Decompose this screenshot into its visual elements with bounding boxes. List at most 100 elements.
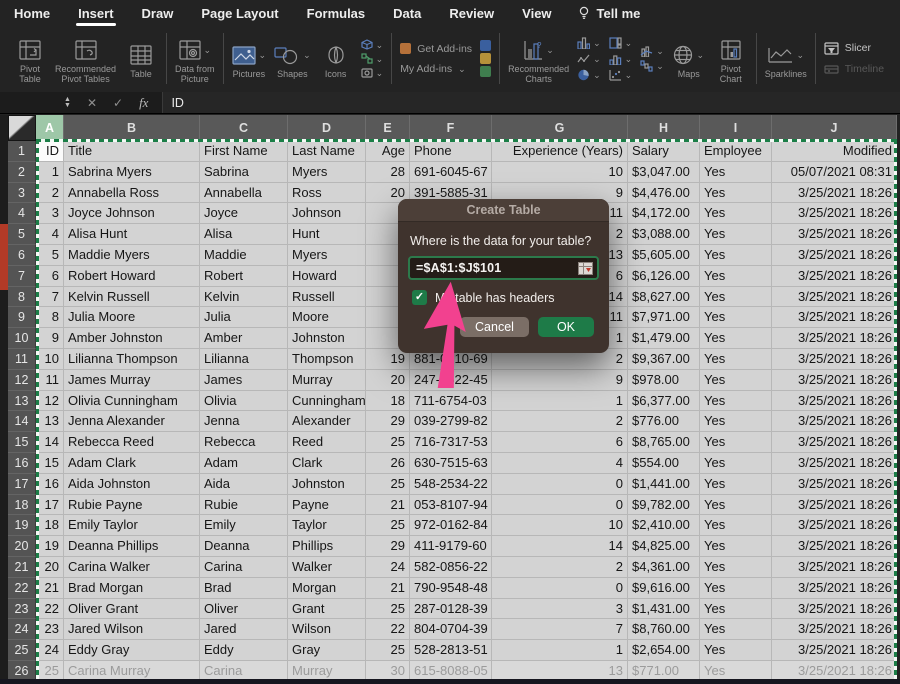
cell[interactable]: $9,782.00 — [628, 495, 700, 516]
cell[interactable]: Emily — [200, 515, 288, 536]
cell[interactable]: 25 — [366, 640, 410, 661]
row-header-7[interactable]: 7 — [8, 266, 36, 287]
cell[interactable]: Aida — [200, 474, 288, 495]
cell[interactable]: Russell — [288, 287, 366, 308]
cell[interactable]: 3/25/2021 18:26 — [772, 453, 897, 474]
tab-page-layout[interactable]: Page Layout — [199, 2, 280, 25]
cell[interactable]: $8,765.00 — [628, 432, 700, 453]
tab-review[interactable]: Review — [447, 2, 496, 25]
cell[interactable]: 3/25/2021 18:26 — [772, 183, 897, 204]
cell[interactable]: Rubie Payne — [64, 495, 200, 516]
cell[interactable]: Salary — [628, 141, 700, 162]
cell[interactable]: Julia Moore — [64, 307, 200, 328]
cell[interactable]: Oliver — [200, 599, 288, 620]
cell[interactable]: 7 — [492, 619, 628, 640]
row-header-14[interactable]: 14 — [8, 411, 36, 432]
cell[interactable]: 1 — [492, 640, 628, 661]
cell[interactable]: Sabrina Myers — [64, 162, 200, 183]
cell[interactable]: Ross — [288, 183, 366, 204]
cell[interactable]: Walker — [288, 557, 366, 578]
cell[interactable]: 3/25/2021 18:26 — [772, 266, 897, 287]
cell[interactable]: 691-6045-67 — [410, 162, 492, 183]
cell[interactable]: 548-2534-22 — [410, 474, 492, 495]
cell[interactable]: Maddie — [200, 245, 288, 266]
cell[interactable]: Yes — [700, 266, 772, 287]
cell[interactable]: 528-2813-51 — [410, 640, 492, 661]
cell[interactable]: 053-8107-94 — [410, 495, 492, 516]
column-header-B[interactable]: B — [64, 115, 200, 141]
cell[interactable]: 3/25/2021 18:26 — [772, 515, 897, 536]
cell[interactable]: 25 — [366, 515, 410, 536]
cell[interactable]: Alisa — [200, 224, 288, 245]
cell[interactable]: Deanna — [200, 536, 288, 557]
cell[interactable]: Myers — [288, 245, 366, 266]
cell[interactable]: James Murray — [64, 370, 200, 391]
cell[interactable]: 21 — [366, 578, 410, 599]
cell[interactable]: 10 — [492, 162, 628, 183]
cell[interactable]: 6 — [492, 432, 628, 453]
cell[interactable]: 790-9548-48 — [410, 578, 492, 599]
row-header-15[interactable]: 15 — [8, 432, 36, 453]
cell[interactable]: 5 — [36, 245, 64, 266]
column-header-A[interactable]: A — [36, 115, 64, 141]
cell[interactable]: 9 — [492, 370, 628, 391]
row-header-21[interactable]: 21 — [8, 557, 36, 578]
row-header-12[interactable]: 12 — [8, 370, 36, 391]
cell[interactable]: Grant — [288, 599, 366, 620]
cell[interactable]: $6,126.00 — [628, 266, 700, 287]
cell[interactable]: Johnston — [288, 474, 366, 495]
cell[interactable]: $4,172.00 — [628, 203, 700, 224]
cell[interactable]: 14 — [492, 536, 628, 557]
column-header-I[interactable]: I — [700, 115, 772, 141]
cell[interactable]: ID — [36, 141, 64, 162]
cell[interactable]: 287-0128-39 — [410, 599, 492, 620]
row-header-1[interactable]: 1 — [8, 141, 36, 162]
row-header-4[interactable]: 4 — [8, 203, 36, 224]
cell[interactable]: 23 — [36, 619, 64, 640]
cell[interactable]: Yes — [700, 495, 772, 516]
combo-chart-button[interactable]: ⌄ — [640, 45, 664, 57]
tab-home[interactable]: Home — [12, 2, 52, 25]
row-header-6[interactable]: 6 — [8, 245, 36, 266]
cell[interactable]: Olivia Cunningham — [64, 391, 200, 412]
column-header-E[interactable]: E — [366, 115, 410, 141]
cell[interactable]: $5,605.00 — [628, 245, 700, 266]
waterfall-chart-button[interactable]: ⌄ — [640, 60, 664, 72]
cell[interactable]: Maddie Myers — [64, 245, 200, 266]
tab-view[interactable]: View — [520, 2, 553, 25]
cell[interactable]: 3 — [492, 599, 628, 620]
cell[interactable]: 2 — [36, 183, 64, 204]
cell[interactable]: Taylor — [288, 515, 366, 536]
cell[interactable]: 3/25/2021 18:26 — [772, 245, 897, 266]
line-chart-button[interactable]: ⌄ — [577, 52, 601, 66]
cell[interactable]: 14 — [36, 432, 64, 453]
cell[interactable]: $2,410.00 — [628, 515, 700, 536]
cell[interactable]: 10 — [492, 515, 628, 536]
row-header-24[interactable]: 24 — [8, 619, 36, 640]
cell[interactable]: Oliver Grant — [64, 599, 200, 620]
cell[interactable]: 12 — [36, 391, 64, 412]
cell[interactable]: Carina — [200, 557, 288, 578]
cell[interactable]: Murray — [288, 370, 366, 391]
cell[interactable]: 25 — [366, 432, 410, 453]
cell[interactable]: Yes — [700, 328, 772, 349]
cell[interactable]: Modified — [772, 141, 897, 162]
cell[interactable]: Julia — [200, 307, 288, 328]
cell[interactable]: Annabella — [200, 183, 288, 204]
cell[interactable]: 22 — [366, 619, 410, 640]
cell[interactable]: Lilianna Thompson — [64, 349, 200, 370]
cell[interactable]: Wilson — [288, 619, 366, 640]
cell[interactable]: Jared Wilson — [64, 619, 200, 640]
cell[interactable]: $8,627.00 — [628, 287, 700, 308]
row-header-5[interactable]: 5 — [8, 224, 36, 245]
timeline-button[interactable]: Timeline — [824, 63, 884, 76]
my-add-ins-button[interactable]: My Add-ins ⌄ — [400, 63, 472, 75]
tab-data[interactable]: Data — [391, 2, 423, 25]
cell[interactable]: Joyce — [200, 203, 288, 224]
pivot-chart-button[interactable]: Pivot Chart — [714, 33, 748, 84]
smartart-button[interactable]: ⌄ — [361, 53, 384, 64]
cell[interactable]: 22 — [36, 599, 64, 620]
column-header-D[interactable]: D — [288, 115, 366, 141]
cell[interactable]: Lilianna — [200, 349, 288, 370]
cell[interactable]: 3/25/2021 18:26 — [772, 224, 897, 245]
